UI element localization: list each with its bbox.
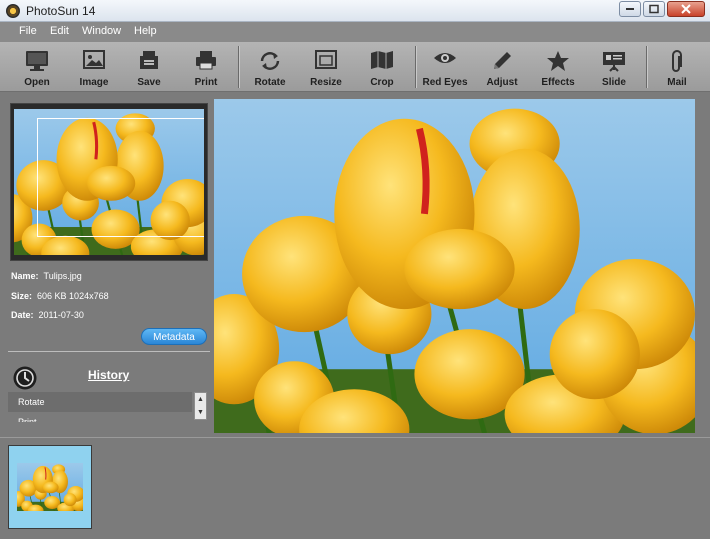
red-eyes-button[interactable]: Red Eyes <box>417 42 473 92</box>
minimize-button[interactable] <box>619 1 641 17</box>
viewport-rectangle[interactable] <box>37 118 204 237</box>
adjust-button[interactable]: Adjust <box>474 42 530 92</box>
navigator-preview[interactable] <box>10 103 208 261</box>
history-clock-icon <box>13 366 37 390</box>
save-icon <box>140 51 158 69</box>
info-name: Name: Tulips.jpg <box>11 271 82 281</box>
close-button[interactable] <box>667 1 705 17</box>
mail-button[interactable]: Mail <box>649 42 705 92</box>
menu-window[interactable]: Window <box>82 25 121 37</box>
preview-image <box>14 109 204 255</box>
filmstrip <box>0 437 710 539</box>
tulips-photo <box>214 99 695 433</box>
info-date: Date: 2011-07-30 <box>11 310 84 320</box>
toolbar-separator <box>646 46 647 88</box>
window-title: PhotoSun 14 <box>26 4 96 18</box>
history-scrollbar[interactable]: ▲ ▼ <box>194 392 207 420</box>
info-size: Size: 606 KB 1024x768 <box>11 291 109 301</box>
eye-icon <box>434 53 456 63</box>
slideshow-icon <box>603 52 625 72</box>
scroll-down-icon[interactable]: ▼ <box>195 406 206 419</box>
print-button[interactable]: Print <box>178 42 234 92</box>
left-panel: Name: Tulips.jpg Size: 606 KB 1024x768 D… <box>8 103 210 429</box>
toolbar: Open Image Save Print Rotate Resize Crop… <box>0 42 710 92</box>
maximize-button[interactable] <box>643 1 665 17</box>
star-icon <box>547 51 569 71</box>
toolbar-separator <box>415 46 416 88</box>
crop-map-icon <box>371 51 393 69</box>
monitor-icon <box>26 51 48 71</box>
resize-button[interactable]: Resize <box>298 42 354 92</box>
app-logo-icon <box>6 4 20 18</box>
image-icon <box>83 50 105 69</box>
minimize-icon <box>626 8 634 10</box>
menu-file[interactable]: File <box>19 25 37 37</box>
thumbnail-image <box>17 463 83 511</box>
save-button[interactable]: Save <box>121 42 177 92</box>
scroll-up-icon[interactable]: ▲ <box>195 393 206 406</box>
slide-button[interactable]: Slide <box>586 42 642 92</box>
toolbar-separator <box>238 46 239 88</box>
rotate-icon <box>260 52 280 70</box>
paperclip-icon <box>672 50 682 72</box>
resize-icon <box>315 50 337 69</box>
maximize-icon <box>649 4 659 14</box>
menu-bar: File Edit Window Help <box>0 22 710 42</box>
history-list[interactable]: Rotate Print <box>8 392 192 422</box>
history-title: History <box>88 368 130 382</box>
file-date-value: 2011-07-30 <box>38 310 84 320</box>
image-button[interactable]: Image <box>66 42 122 92</box>
history-item[interactable]: Rotate <box>8 392 192 412</box>
metadata-button[interactable]: Metadata <box>141 328 207 345</box>
title-bar: PhotoSun 14 <box>0 0 710 22</box>
rotate-button[interactable]: Rotate <box>242 42 298 92</box>
crop-button[interactable]: Crop <box>354 42 410 92</box>
print-icon <box>196 51 216 70</box>
main-image-view[interactable] <box>214 99 695 433</box>
menu-help[interactable]: Help <box>134 25 157 37</box>
file-size-value: 606 KB 1024x768 <box>37 291 109 301</box>
divider <box>8 351 210 352</box>
menu-edit[interactable]: Edit <box>50 25 69 37</box>
file-name-value: Tulips.jpg <box>43 271 82 281</box>
history-item[interactable]: Print <box>8 412 192 422</box>
open-button[interactable]: Open <box>9 42 65 92</box>
thumbnail-selected[interactable] <box>8 445 92 529</box>
close-icon <box>681 4 691 14</box>
effects-button[interactable]: Effects <box>530 42 586 92</box>
pencil-icon <box>494 52 511 69</box>
